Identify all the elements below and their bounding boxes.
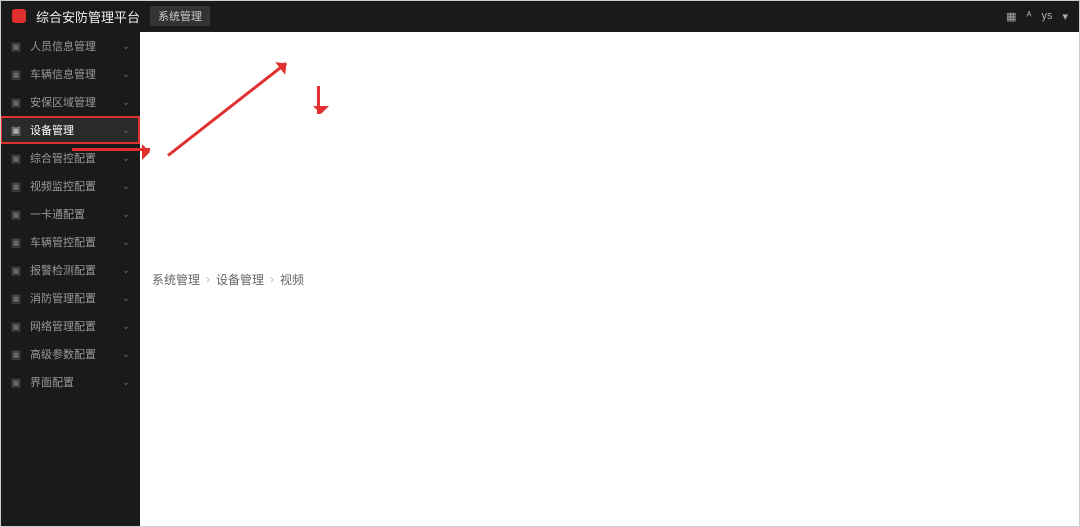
sidebar-item[interactable]: ▣高级参数配置⌄ xyxy=(0,340,140,368)
chevron-icon: ⌄ xyxy=(122,209,130,220)
sidebar-item[interactable]: ▣车辆管控配置⌄ xyxy=(0,228,140,256)
nav-icon: ▣ xyxy=(10,264,22,276)
sidebar-item[interactable]: ▣人员信息管理⌄ xyxy=(0,32,140,60)
topbar: 综合安防管理平台 系统管理 ▦ ᴬ ys ▾ xyxy=(0,0,1080,32)
crumb-2: 视频 xyxy=(280,271,304,288)
chevron-down-icon[interactable]: ▾ xyxy=(1062,10,1068,23)
sidebar-item[interactable]: ▣安保区域管理⌄ xyxy=(0,88,140,116)
sidebar-item[interactable]: ▣网络管理配置⌄ xyxy=(0,312,140,340)
nav-icon: ▣ xyxy=(10,292,22,304)
sidebar-item[interactable]: ▣设备管理⌄ xyxy=(0,116,140,144)
logo-icon xyxy=(12,9,26,23)
user-name[interactable]: ys xyxy=(1041,10,1052,22)
chevron-icon: ⌄ xyxy=(122,69,130,80)
guide-arrow-3 xyxy=(317,86,320,114)
chevron-icon: ⌄ xyxy=(122,349,130,360)
nav-icon: ▣ xyxy=(10,40,22,52)
nav-icon: ▣ xyxy=(10,236,22,248)
sidebar-item[interactable]: ▣车辆信息管理⌄ xyxy=(0,60,140,88)
sidebar-item[interactable]: ▣报警检测配置⌄ xyxy=(0,256,140,284)
user-icon[interactable]: ᴬ xyxy=(1026,10,1031,22)
chevron-icon: ⌄ xyxy=(122,41,130,52)
sidebar-item[interactable]: ▣视频监控配置⌄ xyxy=(0,172,140,200)
chevron-icon: ⌄ xyxy=(122,125,130,136)
nav-icon: ▣ xyxy=(10,320,22,332)
crumb-1[interactable]: 设备管理 xyxy=(216,271,264,288)
chevron-icon: ⌄ xyxy=(122,153,130,164)
chevron-icon: ⌄ xyxy=(122,321,130,332)
chevron-icon: ⌄ xyxy=(122,181,130,192)
sidebar: ▣人员信息管理⌄▣车辆信息管理⌄▣安保区域管理⌄▣设备管理⌄▣综合管控配置⌄▣视… xyxy=(0,32,140,527)
nav-icon: ▣ xyxy=(10,208,22,220)
guide-arrow-1 xyxy=(72,148,150,151)
chevron-icon: ⌄ xyxy=(122,377,130,388)
chevron-icon: ⌄ xyxy=(122,237,130,248)
nav-icon: ▣ xyxy=(10,152,22,164)
nav-icon: ▣ xyxy=(10,96,22,108)
module-tag[interactable]: 系统管理 xyxy=(150,6,210,26)
nav-icon: ▣ xyxy=(10,68,22,80)
app-title: 综合安防管理平台 xyxy=(36,7,140,26)
nav-icon: ▣ xyxy=(10,348,22,360)
breadcrumb: 系统管理› 设备管理› 视频 xyxy=(140,32,1080,527)
sidebar-item[interactable]: ▣一卡通配置⌄ xyxy=(0,200,140,228)
chevron-icon: ⌄ xyxy=(122,293,130,304)
nav-icon: ▣ xyxy=(10,376,22,388)
nav-icon: ▣ xyxy=(10,124,22,136)
grid-icon[interactable]: ▦ xyxy=(1006,10,1016,23)
chevron-icon: ⌄ xyxy=(122,97,130,108)
crumb-0[interactable]: 系统管理 xyxy=(152,271,200,288)
sidebar-item[interactable]: ▣消防管理配置⌄ xyxy=(0,284,140,312)
nav-icon: ▣ xyxy=(10,180,22,192)
chevron-icon: ⌄ xyxy=(122,265,130,276)
sidebar-item[interactable]: ▣界面配置⌄ xyxy=(0,368,140,396)
